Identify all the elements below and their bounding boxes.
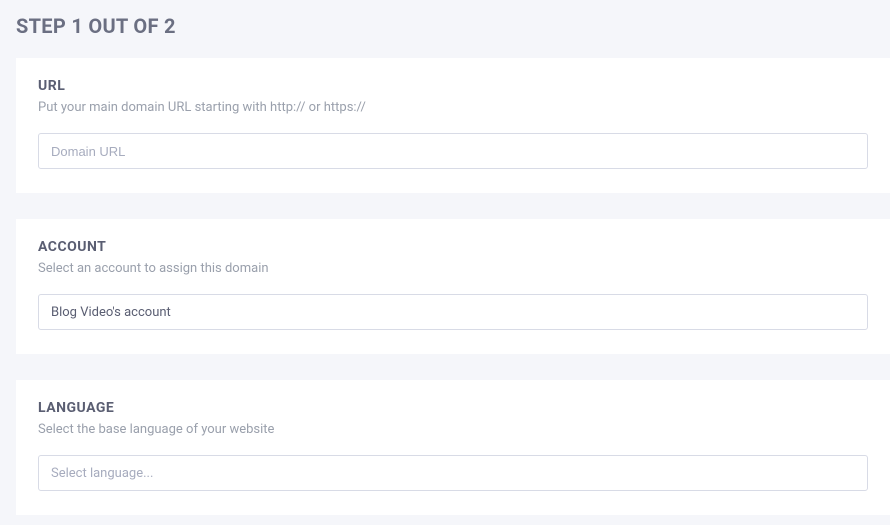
url-title: URL xyxy=(38,78,868,94)
account-selected-value: Blog Video's account xyxy=(51,305,171,320)
account-section: ACCOUNT Select an account to assign this… xyxy=(16,219,890,354)
domain-url-input[interactable] xyxy=(38,133,868,169)
language-select[interactable]: Select language... xyxy=(38,455,868,491)
account-subtitle: Select an account to assign this domain xyxy=(38,261,868,276)
language-title: LANGUAGE xyxy=(38,400,868,416)
url-section: URL Put your main domain URL starting wi… xyxy=(16,58,890,193)
language-subtitle: Select the base language of your website xyxy=(38,422,868,437)
language-section: LANGUAGE Select the base language of you… xyxy=(16,380,890,515)
page-header: STEP 1 OUT OF 2 xyxy=(0,0,890,58)
step-title: STEP 1 OUT OF 2 xyxy=(16,14,874,38)
language-placeholder: Select language... xyxy=(51,466,153,481)
account-title: ACCOUNT xyxy=(38,239,868,255)
url-subtitle: Put your main domain URL starting with h… xyxy=(38,100,868,115)
account-select[interactable]: Blog Video's account xyxy=(38,294,868,330)
